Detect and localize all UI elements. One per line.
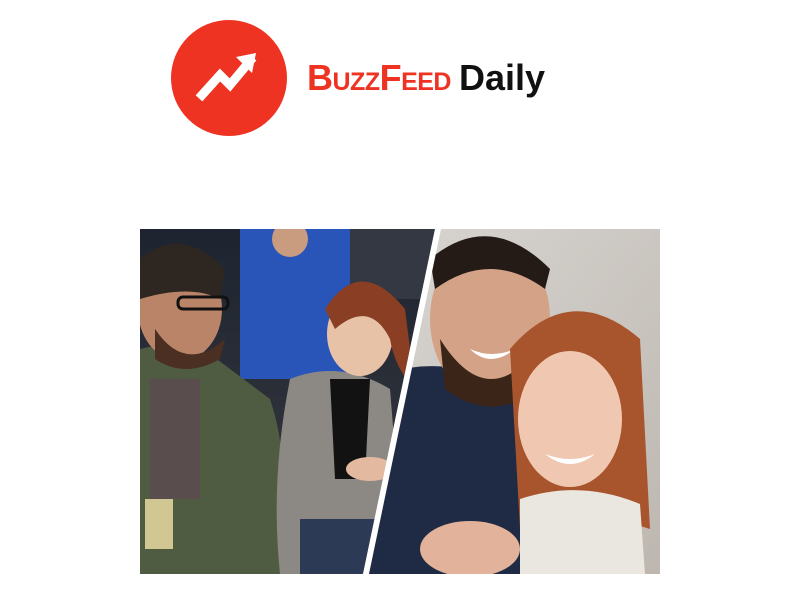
trending-arrow-icon[interactable] [171,20,287,136]
hero-image[interactable] [140,229,660,574]
brand-suffix: Daily [459,57,546,98]
hero-photo-collage [140,229,660,574]
newsletter-page: BuzzFeed Daily [0,0,800,600]
brand-name: BuzzFeed [307,57,452,98]
brand-header: BuzzFeed Daily [171,20,545,136]
brand-wordmark[interactable]: BuzzFeed Daily [307,60,545,96]
trending-arrow-glyph [195,53,257,102]
